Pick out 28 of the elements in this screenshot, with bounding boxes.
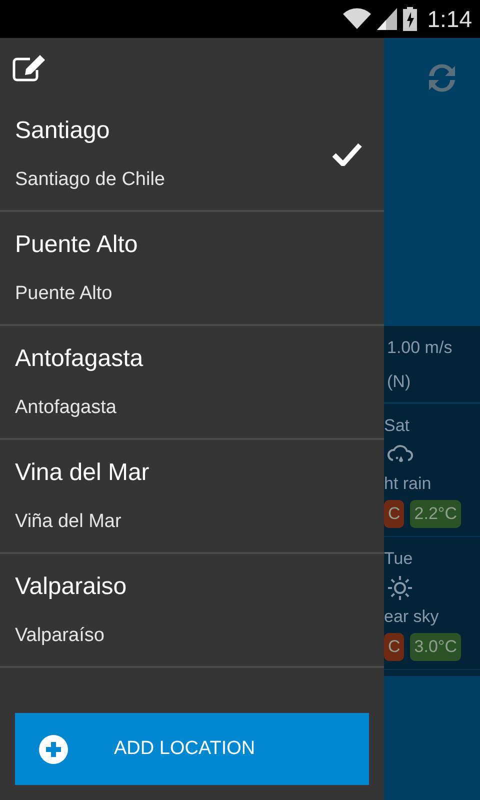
location-subtitle: Santiago de Chile [15, 169, 165, 191]
day-name: Sat [384, 416, 410, 436]
wind-direction: (N) [387, 372, 412, 392]
location-name: Valparaiso [15, 573, 127, 601]
sun-icon [387, 575, 413, 601]
weather-description: ear sky [384, 607, 439, 627]
battery-icon [403, 7, 418, 31]
add-location-button[interactable]: ADD LOCATION [15, 713, 369, 785]
location-name: Vina del Mar [15, 459, 150, 487]
day-name: Tue [384, 549, 413, 569]
location-subtitle: Viña del Mar [15, 511, 122, 533]
location-subtitle: Puente Alto [15, 283, 114, 305]
clock-time: 1:14 [427, 6, 472, 32]
location-name: Puente Alto [15, 231, 138, 259]
wifi-icon [343, 8, 372, 30]
location-subtitle: Valparaíso [15, 625, 106, 647]
low-temp-badge: 3.0°C [410, 633, 461, 661]
location-name: Santiago [15, 117, 111, 145]
signal-icon [377, 8, 398, 30]
high-temp-badge: C [384, 500, 404, 528]
wind-speed: 1.00 m/s [387, 338, 454, 358]
plus-circle-icon [39, 734, 68, 764]
edit-icon[interactable] [12, 54, 46, 82]
location-subtitle: Antofagasta [15, 397, 118, 419]
high-temp-badge: C [384, 633, 404, 661]
low-temp-badge: 2.2°C [410, 500, 461, 528]
location-name: Antofagasta [15, 345, 144, 373]
weather-description: ht rain [384, 474, 432, 494]
